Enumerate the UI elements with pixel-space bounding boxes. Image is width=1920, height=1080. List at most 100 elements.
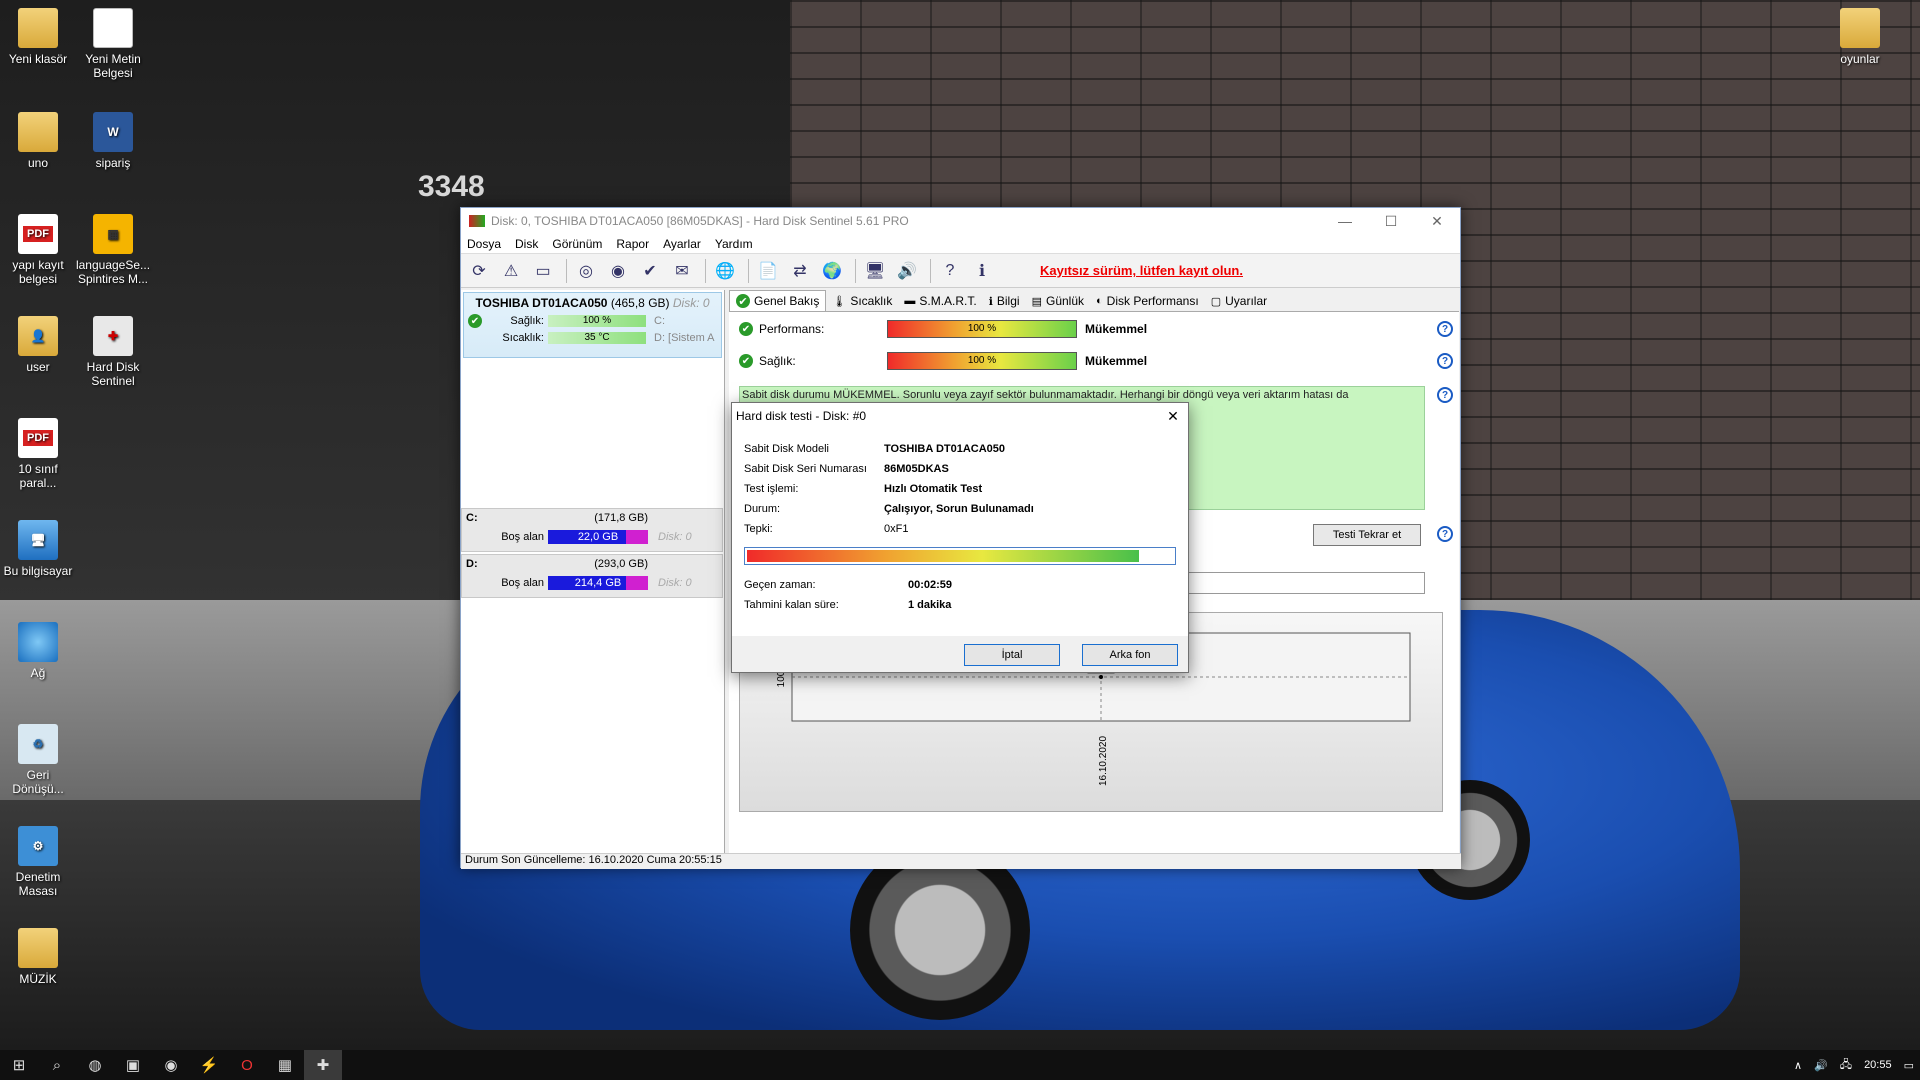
desktop-icon-ag[interactable]: Ağ xyxy=(0,622,76,680)
dialog-titlebar[interactable]: Hard disk testi - Disk: #0 ✕ xyxy=(732,403,1188,429)
gauge-icon: ◐ xyxy=(1096,295,1103,307)
desktop-icon-bu-bilgisayar[interactable]: 🖥 Bu bilgisayar xyxy=(0,520,76,578)
start-icon[interactable]: ⊞ xyxy=(0,1050,38,1080)
refresh-icon[interactable]: ⟳ xyxy=(465,257,493,285)
network-tray-icon[interactable]: 🖧 xyxy=(1834,1056,1858,1075)
tab-uyarilar[interactable]: ▢ Uyarılar xyxy=(1205,291,1273,311)
pdf-icon: PDF xyxy=(18,214,58,254)
hard-disk-sentinel-icon: ✚ xyxy=(93,316,133,356)
opera-icon[interactable]: O xyxy=(228,1050,266,1080)
desktop-icon-hard-disk-sentinel[interactable]: ✚ Hard Disk Sentinel xyxy=(75,316,151,388)
help-icon[interactable]: ? xyxy=(1437,321,1453,337)
file-explorer-icon[interactable]: ▣ xyxy=(114,1050,152,1080)
computer-icon: 🖥 xyxy=(18,520,58,560)
elapsed-row: Geçen zaman: 00:02:59 xyxy=(744,579,953,591)
close-button[interactable]: ✕ xyxy=(1414,208,1460,234)
tab-bilgi[interactable]: ℹ Bilgi xyxy=(983,291,1026,311)
menu-dosya[interactable]: Dosya xyxy=(465,237,513,251)
help-icon[interactable]: ? xyxy=(1437,387,1453,403)
info-icon: ℹ xyxy=(988,295,993,308)
cancel-button[interactable]: İptal xyxy=(964,644,1060,666)
maximize-button[interactable]: ☐ xyxy=(1368,208,1414,234)
dialog-title: Hard disk testi - Disk: #0 xyxy=(736,409,867,423)
progress-fill xyxy=(747,550,1139,562)
tab-gunluk[interactable]: ▤ Günlük xyxy=(1026,291,1090,311)
desktop-icon-yeni-klasor[interactable]: Yeni klasör xyxy=(0,8,76,66)
report-icon[interactable]: 📄 xyxy=(754,257,782,285)
calculator-icon[interactable]: ▦ xyxy=(266,1050,304,1080)
control-panel-icon: ⚙ xyxy=(18,826,58,866)
window-title: Disk: 0, TOSHIBA DT01ACA050 [86M05DKAS] … xyxy=(491,214,909,228)
menu-rapor[interactable]: Rapor xyxy=(614,237,661,251)
desktop-icon-denetim-masasi[interactable]: ⚙ Denetim Masası xyxy=(0,826,76,898)
dialog-close-button[interactable]: ✕ xyxy=(1158,403,1188,429)
globe-icon[interactable]: 🌐 xyxy=(711,257,739,285)
send-report-icon[interactable]: ✉ xyxy=(668,257,696,285)
volume-icon[interactable]: 🔊 xyxy=(1808,1059,1834,1072)
help-icon[interactable]: ? xyxy=(936,257,964,285)
status-bar: Durum Son Güncelleme: 16.10.2020 Cuma 20… xyxy=(461,853,1461,869)
monitor-settings-icon[interactable]: 🖥 xyxy=(861,257,889,285)
taskbar: ⊞ ⌕ ◍ ▣ ◉ ⚡ O ▦ ✚ ∧ 🔊 🖧 20:55 ▭ xyxy=(0,1050,1920,1080)
clock[interactable]: 20:55 xyxy=(1858,1059,1898,1071)
window-titlebar[interactable]: Disk: 0, TOSHIBA DT01ACA050 [86M05DKAS] … xyxy=(461,208,1460,234)
disk-check-icon[interactable]: ✔ xyxy=(636,257,664,285)
free-space-bar: 22,0 GB xyxy=(548,530,648,544)
check-icon: ✔ xyxy=(739,322,753,336)
register-warning-link[interactable]: Kayıtsız sürüm, lütfen kayıt olun. xyxy=(1040,263,1243,278)
desktop-icon-yeni-metin-belgesi[interactable]: Yeni Metin Belgesi xyxy=(75,8,151,80)
help-icon[interactable]: ? xyxy=(1437,526,1453,542)
network-icon xyxy=(18,622,58,662)
disk-icon[interactable]: ▭ xyxy=(529,257,557,285)
menu-disk[interactable]: Disk xyxy=(513,237,550,251)
folder-icon xyxy=(18,928,58,968)
menu-gorunum[interactable]: Görünüm xyxy=(550,237,614,251)
health-row: ✔ Sağlık: 100 % Mükemmel xyxy=(739,352,1147,370)
chrome-icon[interactable]: ◉ xyxy=(152,1050,190,1080)
app-icon[interactable]: ⚡ xyxy=(190,1050,228,1080)
tab-disk-performansi[interactable]: ◐ Disk Performansı xyxy=(1090,291,1205,311)
check-icon: ✔ xyxy=(739,354,753,368)
alert-icon[interactable]: ⚠ xyxy=(497,257,525,285)
desktop-icon-10-sinif[interactable]: PDF 10 sınıf paral... xyxy=(0,418,76,490)
search-icon[interactable]: ⌕ xyxy=(38,1050,76,1080)
edge-icon[interactable]: ◍ xyxy=(76,1050,114,1080)
desktop-icon-languagesetup[interactable]: ▦ languageSe... Spintires M... xyxy=(75,214,151,286)
hard-disk-sentinel-taskbar-icon[interactable]: ✚ xyxy=(304,1050,342,1080)
tab-genel-bakis[interactable]: ✔ Genel Bakış xyxy=(729,290,827,311)
notifications-icon[interactable]: ▭ xyxy=(1898,1059,1920,1072)
help-icon[interactable]: ? xyxy=(1437,353,1453,369)
desktop-icon-user[interactable]: 👤 user xyxy=(0,316,76,374)
sound-icon[interactable]: 🔊 xyxy=(893,257,921,285)
desktop-icon-uno[interactable]: uno xyxy=(0,112,76,170)
background-button[interactable]: Arka fon xyxy=(1082,644,1178,666)
menu-yardim[interactable]: Yardım xyxy=(713,237,765,251)
retest-button[interactable]: Testi Tekrar et xyxy=(1313,524,1421,546)
desktop-icon-oyunlar[interactable]: oyunlar xyxy=(1822,8,1898,66)
desktop-icon-yapi-kayit-belgesi[interactable]: PDF yapı kayıt belgesi xyxy=(0,214,76,286)
sync-icon[interactable]: ⇄ xyxy=(786,257,814,285)
info-row: Sabit Disk Modeli TOSHIBA DT01ACA050 xyxy=(744,443,1006,455)
disk-card[interactable]: TOSHIBA DT01ACA050 (465,8 GB) Disk: 0 ✔ … xyxy=(463,292,722,358)
log-icon: ▤ xyxy=(1031,295,1042,308)
menu-ayarlar[interactable]: Ayarlar xyxy=(661,237,713,251)
word-document-icon: W xyxy=(93,112,133,152)
desktop-icon-muzik[interactable]: MÜZİK xyxy=(0,928,76,986)
toolbar-separator xyxy=(855,258,856,283)
disk-test-icon[interactable]: ◎ xyxy=(572,257,600,285)
info-icon[interactable]: ℹ xyxy=(968,257,996,285)
desktop-icon-geri-donusum[interactable]: ♻ Geri Dönüşü... xyxy=(0,724,76,796)
chevron-up-icon[interactable]: ∧ xyxy=(1788,1059,1808,1072)
tab-sicaklik[interactable]: 🌡 Sıcaklık xyxy=(826,291,898,311)
folder-icon xyxy=(1840,8,1880,48)
partition-d[interactable]: D: (293,0 GB) Boş alan 214,4 GB Disk: 0 xyxy=(461,554,723,598)
disk-surface-icon[interactable]: ◉ xyxy=(604,257,632,285)
tab-smart[interactable]: ▬ S.M.A.R.T. xyxy=(898,291,982,311)
remaining-row: Tahmini kalan süre: 1 dakika xyxy=(744,599,952,611)
info-row: Durum: Çalışıyor, Sorun Bulunamadı xyxy=(744,503,1034,515)
partition-c[interactable]: C: (171,8 GB) Boş alan 22,0 GB Disk: 0 xyxy=(461,508,723,552)
partition-panel: C: (171,8 GB) Boş alan 22,0 GB Disk: 0 D:… xyxy=(461,506,723,600)
desktop-icon-siparis[interactable]: W sipariş xyxy=(75,112,151,170)
network-report-icon[interactable]: 🌍 xyxy=(818,257,846,285)
minimize-button[interactable]: — xyxy=(1322,208,1368,234)
